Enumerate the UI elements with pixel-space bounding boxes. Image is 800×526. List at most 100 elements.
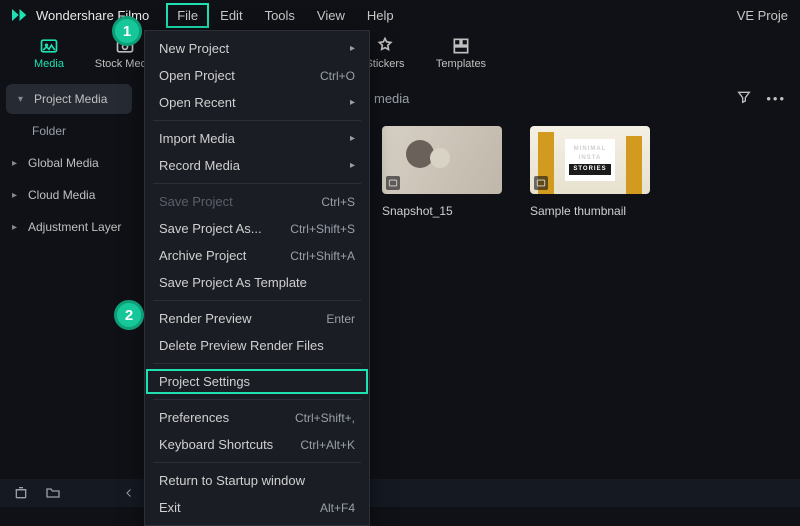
submenu-arrow-icon: ▸ [350,97,355,108]
menu-record-media[interactable]: Record Media ▸ [145,152,369,179]
menu-exit[interactable]: Exit Alt+F4 [145,494,369,521]
submenu-arrow-icon: ▸ [350,133,355,144]
menu-save-project-as[interactable]: Save Project As... Ctrl+Shift+S [145,215,369,242]
menu-item-shortcut: Ctrl+Shift+S [290,222,355,236]
thumbnail-sample[interactable]: MINIMALINSTASTORIES Sample thumbnail [530,126,650,218]
menu-keyboard-shortcuts[interactable]: Keyboard Shortcuts Ctrl+Alt+K [145,431,369,458]
sidebar-item-label: Cloud Media [28,188,95,202]
menu-separator [153,363,361,364]
app-logo [8,5,28,25]
menu-edit[interactable]: Edit [210,4,252,27]
menu-separator [153,300,361,301]
sidebar-item-folder[interactable]: Folder [0,116,138,146]
menu-file[interactable]: File [167,4,208,27]
sidebar-item-cloud-media[interactable]: ▸ Cloud Media [0,180,138,210]
menu-item-label: Exit [159,500,181,515]
chevron-right-icon: ▸ [12,158,22,169]
image-badge-icon [386,176,400,190]
menu-item-shortcut: Ctrl+O [320,69,355,83]
menu-item-label: Open Project [159,68,235,83]
menu-item-label: Save Project As Template [159,275,307,290]
submenu-arrow-icon: ▸ [350,43,355,54]
bottombar [0,479,800,507]
media-icon [39,36,59,56]
menubar: File Edit Tools View Help [167,4,403,27]
thumbnail-image [382,126,502,194]
chevron-left-icon[interactable] [120,484,138,502]
annotation-step-1: 1 [112,16,142,46]
menu-item-label: Return to Startup window [159,473,305,488]
menu-archive-project[interactable]: Archive Project Ctrl+Shift+A [145,242,369,269]
folder-icon[interactable] [44,484,62,502]
sidebar-item-label: Project Media [34,92,107,106]
thumbnail-image: MINIMALINSTASTORIES [530,126,650,194]
menu-open-project[interactable]: Open Project Ctrl+O [145,62,369,89]
menu-project-settings[interactable]: Project Settings [145,368,369,395]
menu-item-shortcut: Ctrl+Alt+K [300,438,355,452]
thumbnail-label: Sample thumbnail [530,204,650,218]
menu-item-label: Save Project As... [159,221,262,236]
menu-item-shortcut: Enter [326,312,355,326]
menu-help[interactable]: Help [357,4,404,27]
menu-separator [153,120,361,121]
menu-separator [153,462,361,463]
menu-import-media[interactable]: Import Media ▸ [145,125,369,152]
thumbnail-overlay-text: MINIMALINSTASTORIES [565,139,614,180]
tab-templates[interactable]: Templates [430,36,492,70]
menu-item-label: Open Recent [159,95,236,110]
menu-separator [153,183,361,184]
chevron-right-icon: ▸ [12,222,22,233]
more-icon[interactable]: ••• [766,91,786,106]
filter-icon[interactable] [736,89,752,108]
menu-item-label: Project Settings [159,374,250,389]
sidebar-item-global-media[interactable]: ▸ Global Media [0,148,138,178]
menu-item-label: Render Preview [159,311,252,326]
menu-item-shortcut: Alt+F4 [320,501,355,515]
annotation-step-2: 2 [114,300,144,330]
tab-label: Templates [436,58,486,70]
chevron-right-icon: ▸ [12,190,22,201]
menu-tools[interactable]: Tools [255,4,305,27]
menu-preferences[interactable]: Preferences Ctrl+Shift+, [145,404,369,431]
sticker-icon [375,36,395,56]
bin-icon[interactable] [12,484,30,502]
sidebar-item-label: Folder [32,124,66,138]
menu-item-label: Record Media [159,158,240,173]
menu-item-label: Archive Project [159,248,246,263]
main: ▾ Project Media Folder ▸ Global Media ▸ … [0,76,800,479]
menu-item-label: Delete Preview Render Files [159,338,324,353]
menu-item-label: Keyboard Shortcuts [159,437,273,452]
menu-view[interactable]: View [307,4,355,27]
sidebar-item-label: Global Media [28,156,99,170]
thumbnail-snapshot[interactable]: Snapshot_15 [382,126,502,218]
submenu-arrow-icon: ▸ [350,160,355,171]
sidebar-item-label: Adjustment Layer [28,220,121,234]
menu-save-as-template[interactable]: Save Project As Template [145,269,369,296]
menu-item-shortcut: Ctrl+S [321,195,355,209]
menu-delete-preview-render-files[interactable]: Delete Preview Render Files [145,332,369,359]
chevron-down-icon: ▾ [18,94,28,105]
menu-open-recent[interactable]: Open Recent ▸ [145,89,369,116]
sidebar-item-adjustment-layer[interactable]: ▸ Adjustment Layer [0,212,138,242]
sidebar: ▾ Project Media Folder ▸ Global Media ▸ … [0,76,138,479]
menu-item-label: Import Media [159,131,235,146]
tab-label: Stickers [365,58,404,70]
titlebar-right-label: VE Proje [737,8,792,23]
file-menu-dropdown: New Project ▸ Open Project Ctrl+O Open R… [144,30,370,526]
menu-item-shortcut: Ctrl+Shift+A [290,249,355,263]
menu-item-label: Preferences [159,410,229,425]
image-badge-icon [534,176,548,190]
menu-item-label: Save Project [159,194,233,209]
menu-return-startup[interactable]: Return to Startup window [145,467,369,494]
thumbnail-label: Snapshot_15 [382,204,502,218]
tab-media[interactable]: Media [18,36,80,70]
menu-save-project: Save Project Ctrl+S [145,188,369,215]
menu-separator [153,399,361,400]
menu-item-label: New Project [159,41,229,56]
menu-item-shortcut: Ctrl+Shift+, [295,411,355,425]
menu-render-preview[interactable]: Render Preview Enter [145,305,369,332]
sidebar-item-project-media[interactable]: ▾ Project Media [6,84,132,114]
menu-new-project[interactable]: New Project ▸ [145,35,369,62]
tab-label: Media [34,58,64,70]
template-icon [451,36,471,56]
